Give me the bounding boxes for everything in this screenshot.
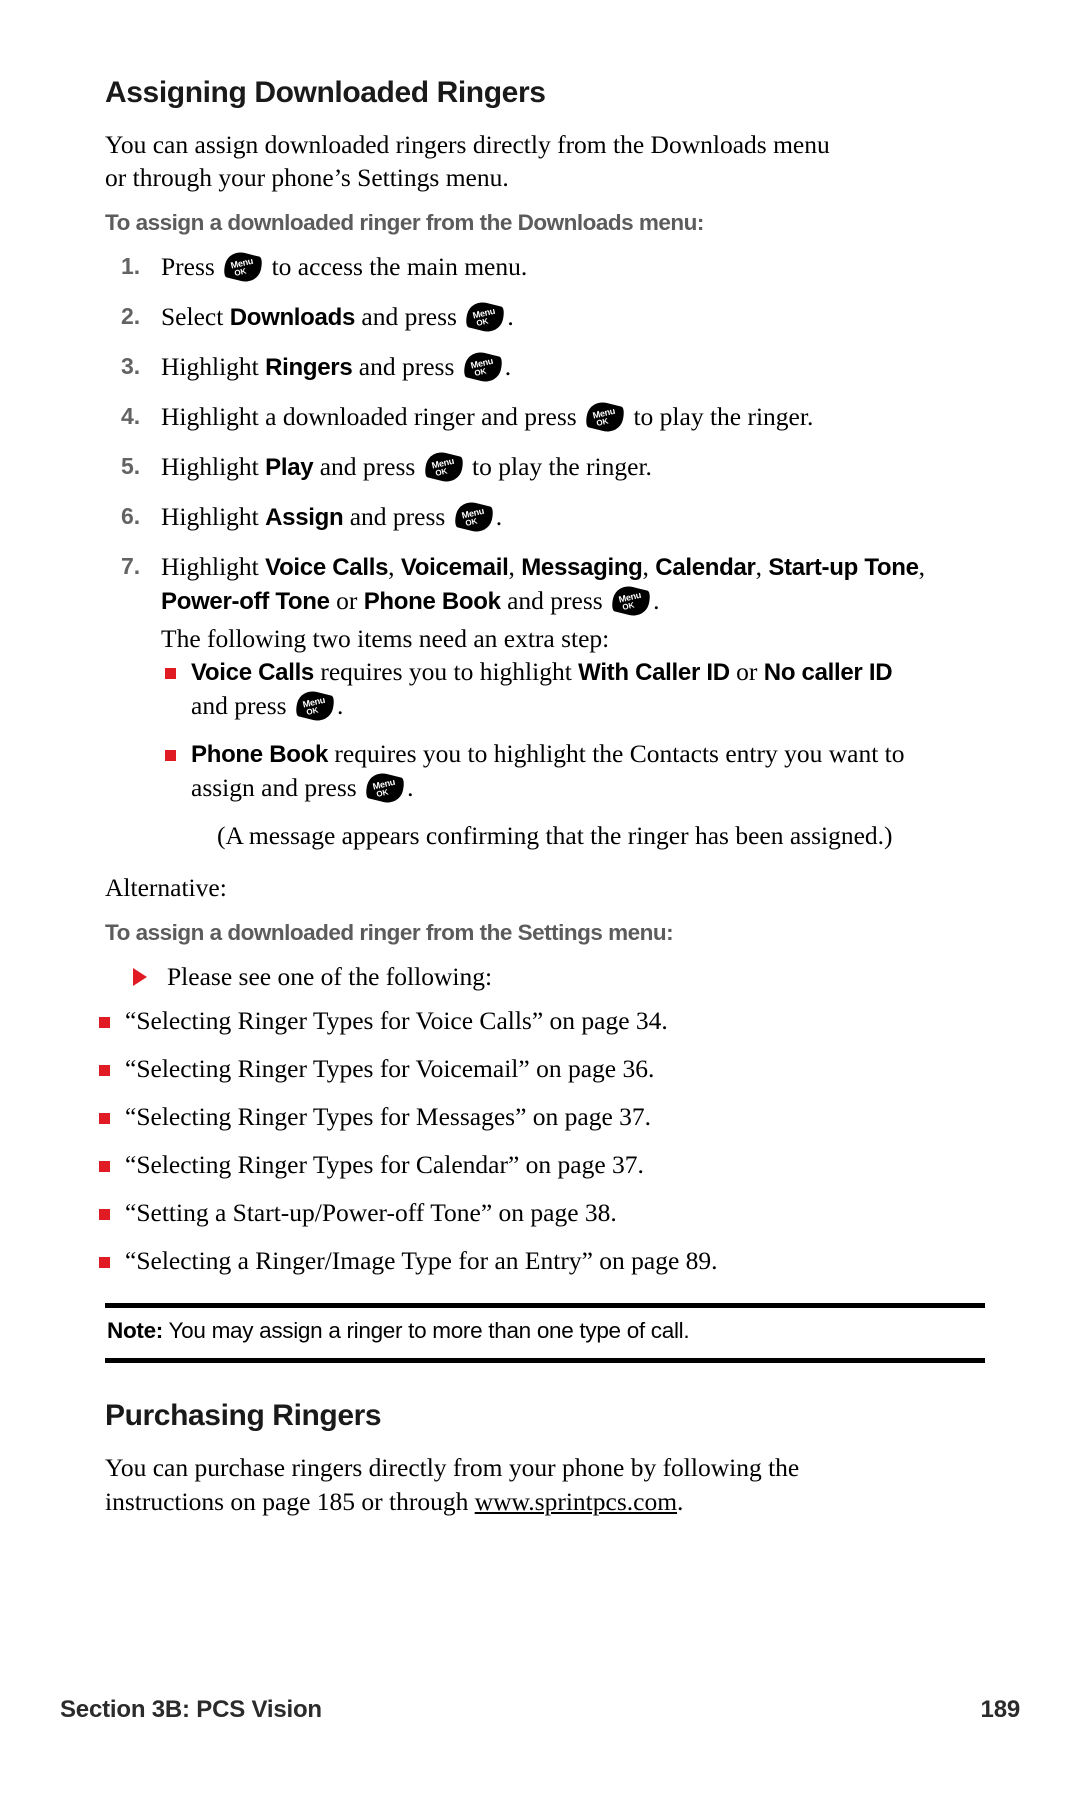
step-text-tail: . (507, 302, 514, 332)
step-item-7: 7. Highlight Voice Calls, Voicemail, Mess… (95, 550, 951, 853)
manual-page: Assigning Downloaded Ringers You can ass… (0, 0, 1080, 1800)
note-text: You may assign a ringer to more than one… (163, 1318, 690, 1344)
arrow-bullet-text: Please see one of the following: (167, 962, 493, 992)
list-item: “Selecting a Ringer/Image Type for an En… (95, 1244, 1008, 1278)
step-item-6: 6. Highlight Assign and press Menu OK. (95, 498, 951, 535)
ui-term-voice-calls: Voice Calls (265, 553, 389, 581)
sub-bullet-phone-book: Phone Book requires you to highlight the… (161, 737, 921, 807)
purchasing-section: Purchasing Ringers You can purchase ring… (95, 1399, 1008, 1517)
step-item-3: 3. Highlight Ringers and press Menu OK. (95, 349, 951, 386)
ui-term: Assign (265, 503, 344, 531)
purchasing-paragraph: You can purchase ringers directly from y… (105, 1451, 850, 1517)
page-footer: Section 3B: PCS Vision 189 (60, 1696, 1020, 1724)
step-item-1: 1. Press Menu OK to access the main menu. (95, 249, 951, 286)
sub-bullet-text-4: . (336, 691, 344, 721)
step7-sub-bullet-list: Voice Calls requires you to highlight Wi… (161, 655, 921, 807)
right-arrow-icon (133, 968, 147, 987)
footer-page-number: 189 (980, 1696, 1021, 1723)
step-text: Highlight (161, 551, 266, 581)
step-text-mid: and press (355, 302, 464, 332)
step-text-tail: . (495, 501, 503, 531)
step-text-tail: to access the main menu. (265, 252, 528, 282)
page-title: Assigning Downloaded Ringers (105, 76, 546, 109)
sub-bullet-text-4: . (407, 773, 414, 803)
step-number: 5. (121, 452, 141, 479)
step7-extra-line: The following two items need an extra st… (161, 623, 610, 653)
ui-term-calendar: Calendar (655, 553, 756, 581)
step-text: Press (161, 252, 222, 282)
note-label: Note: (107, 1318, 163, 1344)
purchasing-text-before: You can purchase ringers directly from y… (105, 1453, 800, 1516)
step-text-tail: to play the ringer. (627, 402, 814, 431)
menu-ok-key-icon: Menu OK (422, 448, 465, 485)
arrow-bullet-item: Please see one of the following: (105, 960, 1008, 994)
step-text-tail: to play the ringer. (465, 451, 652, 481)
ui-term-phone-book: Phone Book (363, 587, 501, 615)
step-text: Select (161, 302, 230, 332)
numbered-steps-list: 1. Press Menu OK to access the main menu. … (95, 249, 1008, 853)
or-connector: or (329, 585, 364, 615)
ui-term-poweroff-tone: Power-off Tone (161, 587, 330, 615)
step-text-mid: and press (343, 501, 452, 531)
purchasing-heading: Purchasing Ringers (105, 1399, 382, 1433)
purchasing-text-after: . (677, 1486, 684, 1516)
step-text: Highlight a downloaded ringer and press (161, 402, 584, 431)
step-text-tail: . (653, 585, 660, 615)
note-callout: Note: You may assign a ringer to more th… (105, 1303, 985, 1364)
sub-bullet-voice-calls: Voice Calls requires you to highlight Wi… (161, 655, 921, 725)
step-text: Highlight (161, 352, 266, 382)
ui-term-no-caller-id: No caller ID (763, 659, 893, 687)
ui-term-with-caller-id: With Caller ID (578, 659, 730, 687)
step-number: 4. (121, 403, 141, 429)
list-item: “Selecting Ringer Types for Calendar” on… (95, 1148, 1008, 1182)
step-text-tail: . (504, 352, 512, 382)
cross-reference-list: “Selecting Ringer Types for Voice Calls”… (95, 1004, 1008, 1277)
ui-term-voicemail: Voicemail (400, 553, 509, 581)
menu-ok-key-icon: Menu OK (222, 249, 265, 286)
footer-section-label: Section 3B: PCS Vision (60, 1696, 322, 1723)
list-item: “Selecting Ringer Types for Voice Calls”… (95, 1004, 1008, 1038)
menu-ok-key-icon: Menu OK (294, 688, 336, 725)
list-item: “Selecting Ringer Types for Messages” on… (95, 1100, 1008, 1134)
list-item: “Selecting Ringer Types for Voicemail” o… (95, 1052, 1008, 1086)
step-number: 7. (121, 552, 141, 579)
menu-ok-key-icon: Menu OK (364, 770, 406, 807)
subheading-downloads-menu: To assign a downloaded ringer from the D… (105, 210, 704, 236)
step-item-5: 5. Highlight Play and press Menu OK to pla… (95, 448, 951, 485)
intro-paragraph: You can assign downloaded ringers direct… (105, 130, 830, 193)
sub-bullet-text-3: and press (191, 691, 293, 721)
note-bottom-rule (105, 1358, 985, 1364)
ui-term-messaging: Messaging (521, 553, 643, 581)
step-number: 2. (121, 303, 141, 330)
ui-term: Play (265, 453, 314, 481)
subheading-settings-menu: To assign a downloaded ringer from the S… (105, 920, 674, 946)
step-text: Highlight (161, 501, 266, 531)
step-number: 6. (121, 502, 141, 529)
step-text-mid: and press (352, 352, 461, 382)
step-text: Highlight (161, 451, 266, 481)
step-number: 3. (121, 353, 141, 380)
ui-term: Downloads (229, 304, 356, 332)
step-text-mid: and press (313, 451, 422, 481)
ui-term: Voice Calls (191, 659, 314, 687)
step-number: 1. (121, 253, 141, 280)
menu-ok-key-icon: Menu OK (461, 349, 504, 386)
menu-ok-key-icon: Menu OK (584, 399, 626, 435)
list-item: “Setting a Start-up/Power-off Tone” on p… (95, 1196, 1008, 1230)
sub-bullet-text-2: or (729, 657, 764, 687)
step-item-2: 2. Select Downloads and press Menu OK. (95, 299, 951, 336)
menu-ok-key-icon: Menu OK (452, 498, 495, 535)
note-text-row: Note: You may assign a ringer to more th… (105, 1308, 985, 1352)
step-text-mid: and press (500, 585, 610, 615)
sub-bullet-text: requires you to highlight (313, 657, 579, 687)
ui-term: Phone Book (191, 741, 329, 769)
step-item-4: 4. Highlight a downloaded ringer and pres… (95, 399, 951, 435)
alternative-label: Alternative: (105, 872, 227, 902)
ui-term: Ringers (265, 354, 353, 382)
sprintpcs-link[interactable]: www.sprintpcs.com (475, 1487, 677, 1516)
ui-term-startup-tone: Start-up Tone (768, 553, 919, 581)
menu-ok-key-icon: Menu OK (464, 299, 507, 336)
menu-ok-key-icon: Menu OK (610, 582, 652, 619)
confirmation-note: (A message appears confirming that the r… (217, 821, 893, 851)
